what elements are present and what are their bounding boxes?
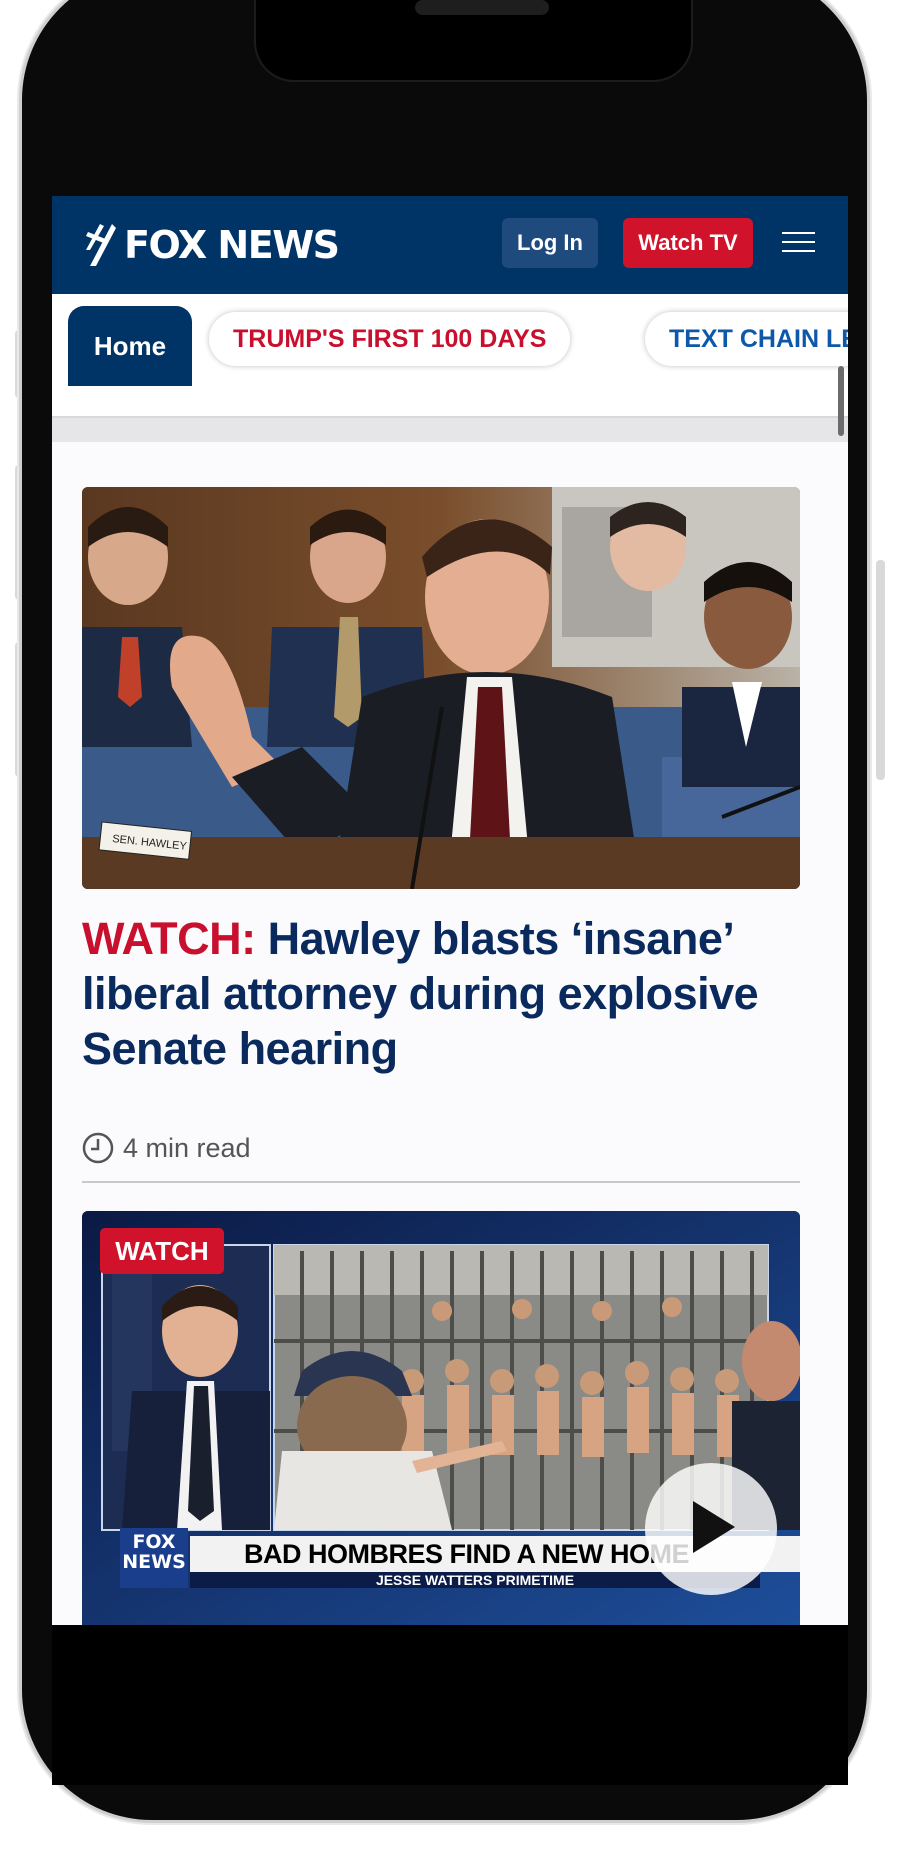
- top-nav-bar: FOX NEWS Log In Watch TV: [52, 196, 848, 294]
- content-separator: [52, 418, 848, 442]
- tab-trumps-first-100-days[interactable]: TRUMP'S FIRST 100 DAYS: [209, 312, 571, 366]
- tab-home[interactable]: Home: [68, 306, 192, 386]
- watch-tv-button[interactable]: Watch TV: [623, 218, 753, 268]
- hamburger-menu-icon[interactable]: [782, 232, 815, 254]
- clock-icon: [82, 1132, 114, 1164]
- fox-news-logo[interactable]: FOX NEWS: [82, 220, 340, 270]
- section-tabs: Home TRUMP'S FIRST 100 DAYS TEXT CHAIN L…: [52, 294, 848, 390]
- watch-badge: WATCH: [100, 1228, 224, 1274]
- article-divider: [82, 1181, 800, 1183]
- hearing-photo: SEN. HAWLEY: [82, 487, 800, 889]
- ad-spacer: [52, 386, 848, 418]
- phone-speaker: [415, 0, 549, 15]
- lower-third-logo: FOX NEWS: [120, 1528, 188, 1588]
- logo-text: FOX NEWS: [124, 223, 340, 267]
- video-thumbnail[interactable]: WATCH FOX NEWS BAD HOMBRES FIND A NEW HO…: [82, 1211, 800, 1625]
- article-headline[interactable]: WATCH: Hawley blasts ‘insane’ liberal at…: [82, 911, 802, 1076]
- phone-power-button: [876, 560, 885, 780]
- logo-spotlight-icon: [86, 224, 116, 266]
- scrollbar-thumb[interactable]: [838, 366, 844, 436]
- phone-bottom-bezel: [52, 1625, 848, 1785]
- article-meta: 4 min read: [82, 1132, 251, 1164]
- hero-article-image[interactable]: SEN. HAWLEY: [82, 487, 800, 889]
- login-button[interactable]: Log In: [502, 218, 598, 268]
- headline-kicker: WATCH:: [82, 913, 256, 964]
- read-time: 4 min read: [123, 1132, 251, 1163]
- play-button[interactable]: [645, 1463, 777, 1595]
- phone-screen: FOX NEWS Log In Watch TV Home TRUMP'S FI…: [52, 196, 848, 1625]
- play-icon: [693, 1501, 735, 1553]
- tab-text-chain[interactable]: TEXT CHAIN LEA: [645, 312, 848, 366]
